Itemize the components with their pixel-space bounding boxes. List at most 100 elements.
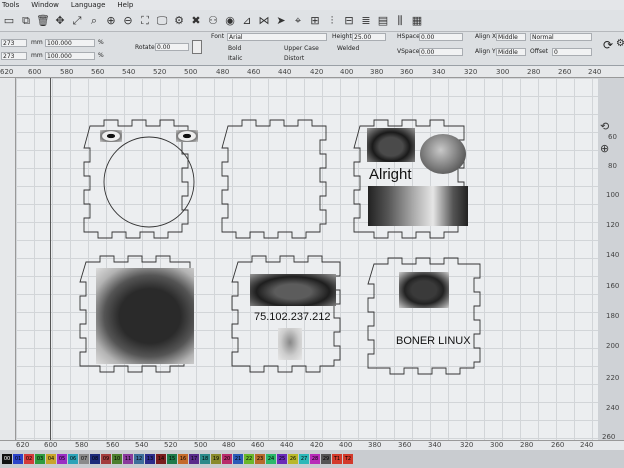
color-swatch[interactable]: 16: [178, 454, 188, 464]
menu-window[interactable]: Window: [31, 0, 59, 10]
color-swatch[interactable]: 07: [79, 454, 89, 464]
italic-checkbox[interactable]: Italic: [228, 55, 242, 63]
color-swatch[interactable]: 13: [145, 454, 155, 464]
layers-icon[interactable]: ≣: [359, 14, 373, 28]
ruler-tick-label: 100: [606, 191, 620, 199]
color-swatch[interactable]: 00: [2, 454, 12, 464]
color-swatch[interactable]: T2: [343, 454, 353, 464]
bold-checkbox[interactable]: Bold: [228, 45, 241, 53]
lock-icon[interactable]: ⊟: [342, 14, 356, 28]
color-swatch[interactable]: 22: [244, 454, 254, 464]
menu-tools[interactable]: Tools: [2, 0, 19, 10]
scale-icon[interactable]: ⤢: [70, 14, 84, 28]
boner-linux-text[interactable]: BONER LINUX: [396, 335, 471, 347]
refresh-icon[interactable]: ⟳: [603, 38, 613, 52]
color-swatch[interactable]: 27: [299, 454, 309, 464]
color-swatch[interactable]: 14: [156, 454, 166, 464]
grid-icon[interactable]: ⊞: [308, 14, 322, 28]
smiling-man-photo[interactable]: [368, 186, 468, 226]
color-swatch[interactable]: 24: [266, 454, 276, 464]
document-icon[interactable]: ▤: [376, 14, 390, 28]
height-field[interactable]: 100.000: [45, 52, 95, 60]
color-swatch[interactable]: 04: [46, 454, 56, 464]
text-mode-select[interactable]: Normal: [530, 33, 592, 41]
target-icon[interactable]: ⌖: [291, 14, 305, 28]
settings-gear-icon[interactable]: ⚙: [616, 38, 624, 49]
face-photo[interactable]: [250, 274, 336, 306]
color-swatch[interactable]: 21: [233, 454, 243, 464]
color-swatch[interactable]: 18: [200, 454, 210, 464]
color-swatch[interactable]: 02: [24, 454, 34, 464]
hspace-field[interactable]: 0.00: [419, 33, 463, 41]
man-photo[interactable]: [96, 268, 194, 364]
y-position-field[interactable]: 273: [1, 52, 27, 60]
eye-image[interactable]: [176, 130, 198, 142]
font-select[interactable]: Arial: [227, 33, 327, 41]
color-swatch[interactable]: 15: [167, 454, 177, 464]
send-icon[interactable]: ➤: [274, 14, 288, 28]
color-swatch[interactable]: 19: [211, 454, 221, 464]
menu-help[interactable]: Help: [117, 0, 133, 10]
side-sync-icon[interactable]: ⟲: [600, 120, 609, 133]
side-tool-icon[interactable]: ⊕: [600, 142, 609, 155]
color-swatch[interactable]: 28: [310, 454, 320, 464]
color-swatch[interactable]: 03: [35, 454, 45, 464]
tools-icon[interactable]: ✖: [189, 14, 203, 28]
select-icon[interactable]: ▦: [410, 14, 424, 28]
color-swatch[interactable]: 06: [68, 454, 78, 464]
color-swatch[interactable]: 17: [189, 454, 199, 464]
color-swatch[interactable]: T1: [332, 454, 342, 464]
distort-checkbox[interactable]: Distort: [284, 55, 304, 63]
offset-field[interactable]: 0: [552, 48, 592, 56]
color-swatch[interactable]: 11: [123, 454, 133, 464]
color-swatch[interactable]: 05: [57, 454, 67, 464]
rotate-field[interactable]: 0.00: [155, 43, 189, 51]
align-icon[interactable]: ⊿: [240, 14, 254, 28]
frame-icon[interactable]: ⛶: [138, 14, 152, 28]
monitor-icon[interactable]: 🖵: [155, 14, 169, 28]
welded-checkbox[interactable]: Welded: [337, 45, 359, 53]
face-photo[interactable]: [367, 128, 415, 162]
zoom-in-icon[interactable]: ⊕: [104, 14, 118, 28]
users-icon[interactable]: ⚇: [206, 14, 220, 28]
color-swatch[interactable]: 01: [13, 454, 23, 464]
color-swatch[interactable]: 10: [112, 454, 122, 464]
color-swatch[interactable]: 09: [101, 454, 111, 464]
color-swatch[interactable]: 29: [321, 454, 331, 464]
color-swatch[interactable]: 23: [255, 454, 265, 464]
x-position-field[interactable]: 273: [1, 39, 27, 47]
copy-icon[interactable]: ⧉: [19, 14, 33, 28]
width-field[interactable]: 100.000: [45, 39, 95, 47]
menu-language[interactable]: Language: [71, 0, 106, 10]
color-swatch[interactable]: 26: [288, 454, 298, 464]
alright-text[interactable]: Alright: [369, 166, 412, 183]
ruler-tick-label: 580: [75, 441, 89, 449]
color-swatch[interactable]: 12: [134, 454, 144, 464]
align-x-select[interactable]: Middle: [496, 33, 526, 41]
mirror-icon[interactable]: ⋈: [257, 14, 271, 28]
design-canvas[interactable]: Alright 75.102.237.212 BONER LINUX: [16, 78, 598, 440]
settings-icon[interactable]: ⚙: [172, 14, 186, 28]
eye-image[interactable]: [100, 130, 122, 142]
text-height-field[interactable]: 25.00: [352, 33, 386, 41]
equalizer-icon[interactable]: ⫶: [325, 14, 339, 28]
face-photo[interactable]: [399, 272, 449, 308]
round-face-image[interactable]: [420, 134, 466, 174]
camera-icon[interactable]: ◉: [223, 14, 237, 28]
cat-image[interactable]: [278, 328, 302, 360]
ip-address-text[interactable]: 75.102.237.212: [254, 311, 330, 323]
distribute-icon[interactable]: ⫼: [393, 14, 407, 28]
delete-icon[interactable]: 🗑: [36, 14, 50, 28]
move-icon[interactable]: ✥: [53, 14, 67, 28]
align-y-select[interactable]: Middle: [496, 48, 526, 56]
save-icon[interactable]: ▭: [2, 14, 16, 28]
color-swatch[interactable]: 25: [277, 454, 287, 464]
layer-color-palette: 00 01 02 03 04 05 06 07 08 09 10 11 12 13 14 15 16 17 18 19…: [0, 450, 624, 468]
vspace-field[interactable]: 0.00: [419, 48, 463, 56]
upper-case-checkbox[interactable]: Upper Case: [284, 45, 319, 53]
color-swatch[interactable]: 20: [222, 454, 232, 464]
lock-aspect-icon[interactable]: [192, 40, 202, 54]
color-swatch[interactable]: 08: [90, 454, 100, 464]
zoom-icon[interactable]: ⌕: [87, 14, 101, 28]
zoom-out-icon[interactable]: ⊖: [121, 14, 135, 28]
